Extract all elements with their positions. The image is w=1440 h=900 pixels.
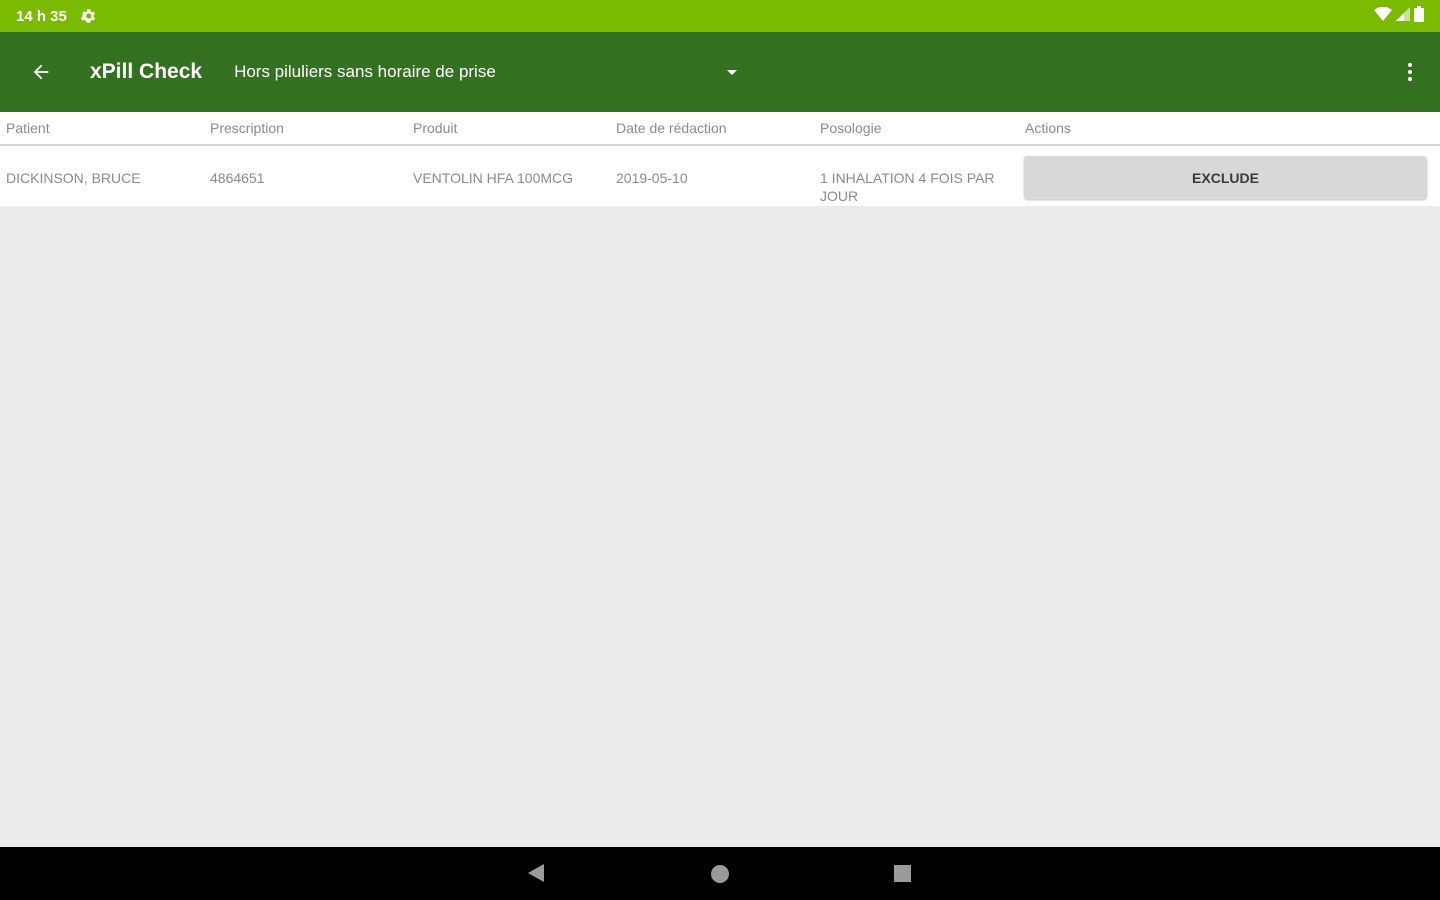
navigation-bar — [0, 847, 1440, 900]
back-button[interactable] — [21, 52, 61, 92]
header-patient: Patient — [6, 120, 50, 136]
cell-actions: EXCLUDE — [1019, 146, 1440, 199]
cell-signal-icon — [1396, 6, 1410, 26]
nav-home-icon[interactable] — [711, 865, 729, 883]
settings-icon — [79, 7, 97, 25]
status-bar: 14 h 35 — [0, 0, 1440, 32]
header-date: Date de rédaction — [616, 120, 727, 136]
filter-dropdown-value: Hors piluliers sans horaire de prise — [234, 62, 496, 81]
nav-recents-icon[interactable] — [894, 865, 911, 882]
battery-icon — [1414, 5, 1424, 27]
header-prescription: Prescription — [210, 120, 284, 136]
app-title: xPill Check — [90, 60, 203, 83]
overflow-menu-icon — [1408, 63, 1412, 67]
prescriptions-table: Patient Prescription Produit Date de réd… — [0, 112, 1440, 206]
status-time: 14 h 35 — [16, 7, 67, 25]
cell-prescription: 4864651 — [210, 170, 265, 186]
header-produit: Produit — [413, 120, 458, 136]
header-actions: Actions — [1025, 120, 1071, 136]
filter-dropdown[interactable]: Hors piluliers sans horaire de prise — [234, 52, 739, 92]
cell-posologie: 1 INHALATION 4 FOIS PAR JOUR — [820, 170, 995, 204]
table-row: DICKINSON, BRUCE 4864651 VENTOLIN HFA 10… — [0, 146, 1440, 206]
app-bar: xPill Check Hors piluliers sans horaire … — [0, 32, 1440, 112]
back-arrow-icon — [33, 64, 49, 80]
cell-produit: VENTOLIN HFA 100MCG — [413, 170, 574, 186]
status-icons — [1374, 5, 1424, 27]
exclude-button[interactable]: EXCLUDE — [1024, 156, 1427, 199]
cell-date: 2019-05-10 — [616, 170, 688, 186]
table-header: Patient Prescription Produit Date de réd… — [0, 112, 1440, 146]
dropdown-arrow-icon — [727, 69, 738, 75]
nav-back-icon[interactable] — [528, 864, 544, 882]
header-posologie: Posologie — [820, 120, 882, 136]
wifi-icon — [1374, 6, 1392, 26]
overflow-menu-button[interactable] — [1398, 52, 1422, 92]
cell-patient: DICKINSON, BRUCE — [6, 170, 141, 186]
